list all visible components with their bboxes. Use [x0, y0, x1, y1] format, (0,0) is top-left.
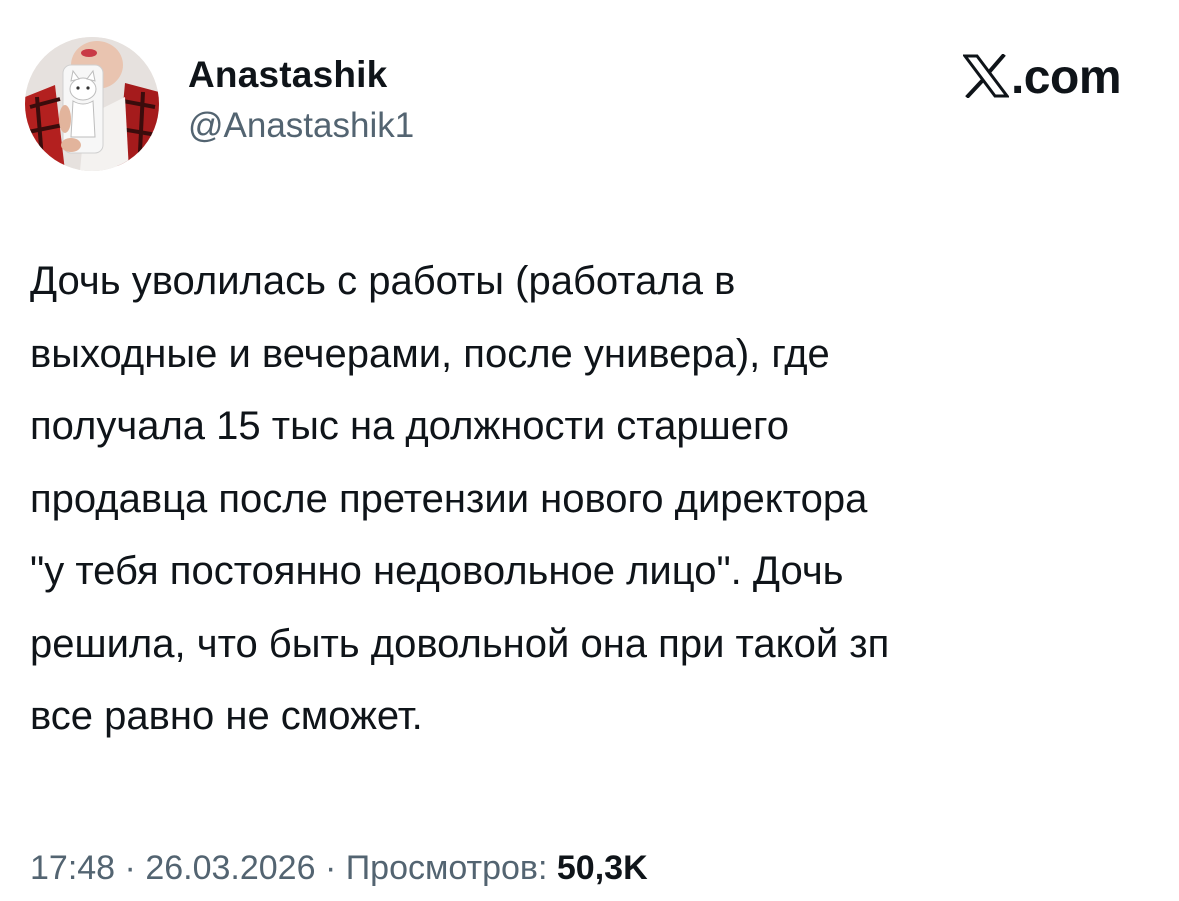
tweet-metadata: 17:48 · 26.03.2026 · Просмотров: 50,3K [30, 846, 648, 890]
views-label: Просмотров: [345, 849, 548, 887]
site-domain: .com [1010, 51, 1122, 104]
tweet-date[interactable]: 26.03.2026 [145, 849, 315, 887]
tweet-text-line: продавца после претензии нового директор… [30, 476, 868, 521]
x-logo-icon [961, 52, 1010, 103]
tweet-text-line: получала 15 тыс на должности старшего [30, 404, 789, 448]
site-logo: .com [961, 50, 1122, 106]
avatar[interactable] [25, 37, 159, 171]
author-handle[interactable]: @Anastashik1 [188, 104, 414, 148]
tweet-time[interactable]: 17:48 [30, 849, 115, 887]
tweet-text-line: "у тебя постоянно недовольное лицо". Доч… [30, 549, 844, 593]
tweet-text-line: выходные и вечерами, после универа), где [30, 331, 830, 376]
tweet-text-line: решила, что быть довольной она при такой… [30, 621, 890, 666]
author-display-name[interactable]: Anastashik [188, 52, 387, 98]
profile-photo [25, 37, 159, 171]
tweet-text: Дочь уволилась с работы (работала в выхо… [30, 245, 1160, 753]
tweet-text-line: все равно не сможет. [30, 694, 423, 738]
views-count[interactable]: 50,3K [557, 849, 648, 887]
tweet-text-line: Дочь уволилась с работы (работала в [30, 259, 736, 303]
meta-separator: · [324, 849, 337, 887]
meta-separator: · [124, 849, 136, 887]
